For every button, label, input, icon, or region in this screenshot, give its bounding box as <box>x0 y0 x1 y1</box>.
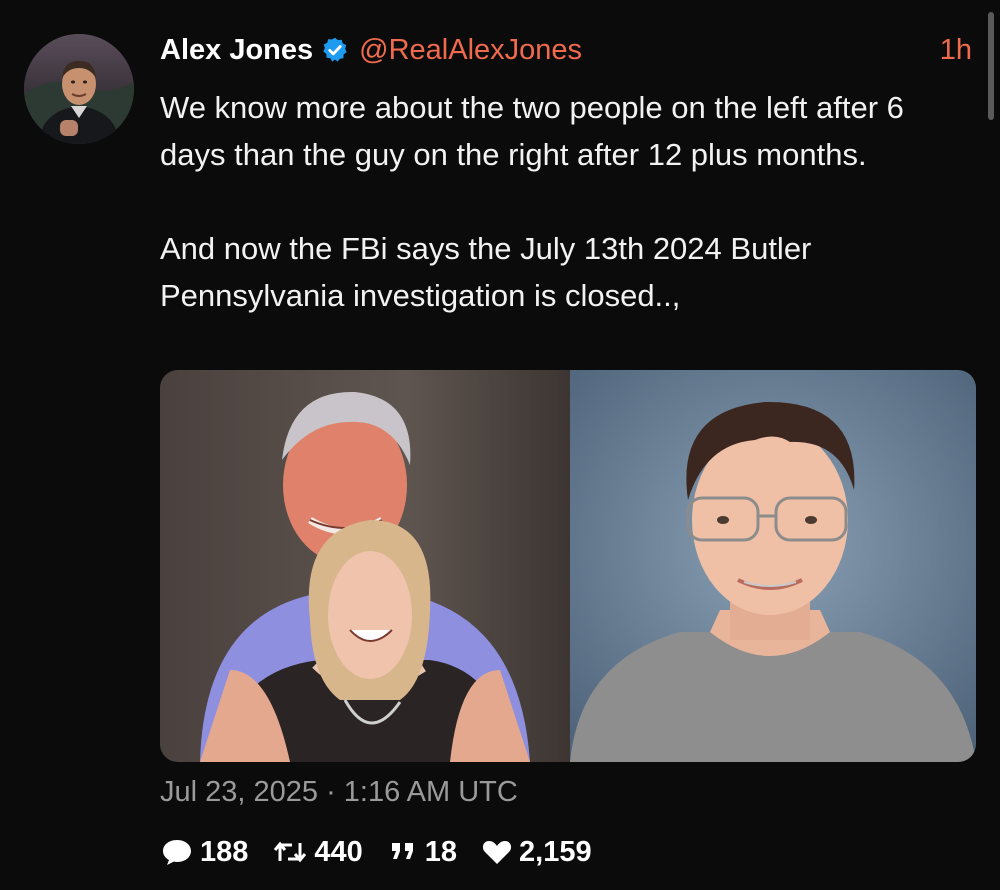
engagement-bar: 188 440 18 2,159 <box>160 832 616 872</box>
retweet-count: 440 <box>314 835 363 868</box>
photo-couple[interactable] <box>160 370 570 762</box>
tweet-paragraph: And now the FBi says the July 13th 2024 … <box>160 231 812 313</box>
tweet-timestamp[interactable]: Jul 23, 2025 · 1:16 AM UTC <box>160 776 518 809</box>
like-button[interactable]: 2,159 <box>481 836 592 869</box>
media-grid[interactable] <box>160 370 976 762</box>
relative-time[interactable]: 1h <box>940 30 972 70</box>
quote-button[interactable]: 18 <box>387 836 457 869</box>
tweet-paragraph: We know more about the two people on the… <box>160 90 904 172</box>
like-count: 2,159 <box>519 835 592 868</box>
verified-badge-icon <box>323 37 347 62</box>
reply-button[interactable]: 188 <box>160 836 248 869</box>
tweet[interactable]: Alex Jones @RealAlexJones 1h We know mor… <box>0 0 1000 890</box>
author-avatar[interactable] <box>24 34 134 144</box>
speech-bubble-icon <box>163 840 191 865</box>
quote-marks-icon <box>391 843 413 859</box>
heart-icon <box>482 841 512 864</box>
reply-count: 188 <box>200 835 249 868</box>
author-handle[interactable]: @RealAlexJones <box>359 34 582 67</box>
retweet-arrows-icon <box>274 841 307 863</box>
tweet-header: Alex Jones @RealAlexJones <box>160 30 582 70</box>
quote-count: 18 <box>424 835 458 868</box>
retweet-button[interactable]: 440 <box>272 835 363 869</box>
photo-young-man[interactable] <box>570 370 976 762</box>
author-display-name[interactable]: Alex Jones <box>160 34 313 67</box>
scrollbar[interactable] <box>988 12 994 120</box>
tweet-body: We know more about the two people on the… <box>160 84 960 319</box>
